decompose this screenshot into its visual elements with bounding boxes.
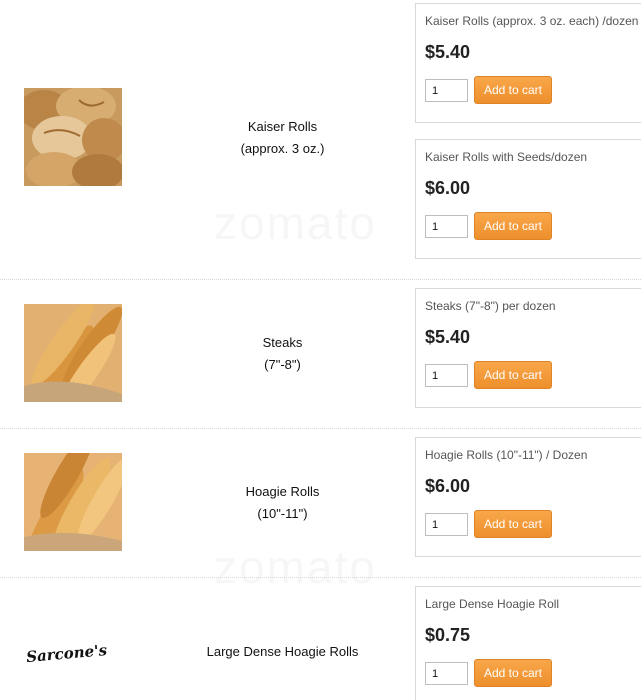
quantity-input[interactable] (425, 662, 468, 685)
option-title: Kaiser Rolls (approx. 3 oz. each) /dozen (425, 14, 639, 28)
product-name-line2: (7"-8") (264, 357, 301, 372)
add-to-cart-button[interactable]: Add to cart (474, 76, 552, 104)
option-price: $6.00 (425, 178, 471, 198)
product-name-line1: Large Dense Hoagie Rolls (206, 644, 359, 659)
row-divider (0, 428, 641, 429)
add-to-cart-button[interactable]: Add to cart (474, 659, 552, 687)
quantity-input[interactable] (425, 215, 468, 238)
option-price: $5.40 (425, 327, 471, 347)
option-title: Large Dense Hoagie Roll (425, 597, 560, 611)
quantity-input[interactable] (425, 364, 468, 387)
option-price: $0.75 (425, 625, 471, 645)
product-option-card: Large Dense Hoagie Roll $0.75 Add to car… (415, 586, 641, 700)
product-option-card: Hoagie Rolls (10"-11") / Dozen $6.00 Add… (415, 437, 641, 557)
product-option-card: Kaiser Rolls (approx. 3 oz. each) /dozen… (415, 3, 641, 123)
product-name-line1: Steaks (262, 335, 303, 350)
add-to-cart-button[interactable]: Add to cart (474, 510, 552, 538)
quantity-input[interactable] (425, 513, 468, 536)
quantity-input[interactable] (425, 79, 468, 102)
product-name: Steaks (7"-8") (160, 332, 405, 376)
option-title: Hoagie Rolls (10"-11") / Dozen (425, 448, 588, 462)
option-price: $5.40 (425, 42, 471, 62)
sarcones-logo: Sarcone's (24, 638, 122, 666)
option-title: Kaiser Rolls with Seeds/dozen (425, 150, 588, 164)
product-name-line1: Hoagie Rolls (245, 484, 320, 499)
product-option-card: Steaks (7"-8") per dozen $5.40 Add to ca… (415, 288, 641, 408)
watermark: zomato (214, 196, 377, 250)
product-name: Large Dense Hoagie Rolls (160, 641, 405, 663)
kaiser-rolls-photo (24, 88, 122, 186)
row-divider (0, 279, 641, 280)
option-title: Steaks (7"-8") per dozen (425, 299, 556, 313)
product-option-card: Kaiser Rolls with Seeds/dozen $6.00 Add … (415, 139, 641, 259)
add-to-cart-button[interactable]: Add to cart (474, 361, 552, 389)
product-name-line2: (approx. 3 oz.) (240, 141, 325, 156)
hoagie-rolls-photo (24, 453, 122, 551)
steak-rolls-photo (24, 304, 122, 402)
row-divider (0, 577, 641, 578)
product-name: Hoagie Rolls (10"-11") (160, 481, 405, 525)
add-to-cart-button[interactable]: Add to cart (474, 212, 552, 240)
product-name: Kaiser Rolls (approx. 3 oz.) (160, 116, 405, 160)
option-price: $6.00 (425, 476, 471, 496)
watermark: zomato (214, 540, 377, 594)
logo-text: Sarcone's (25, 641, 108, 666)
product-name-line1: Kaiser Rolls (247, 119, 318, 134)
product-name-line2: (10"-11") (257, 506, 308, 521)
